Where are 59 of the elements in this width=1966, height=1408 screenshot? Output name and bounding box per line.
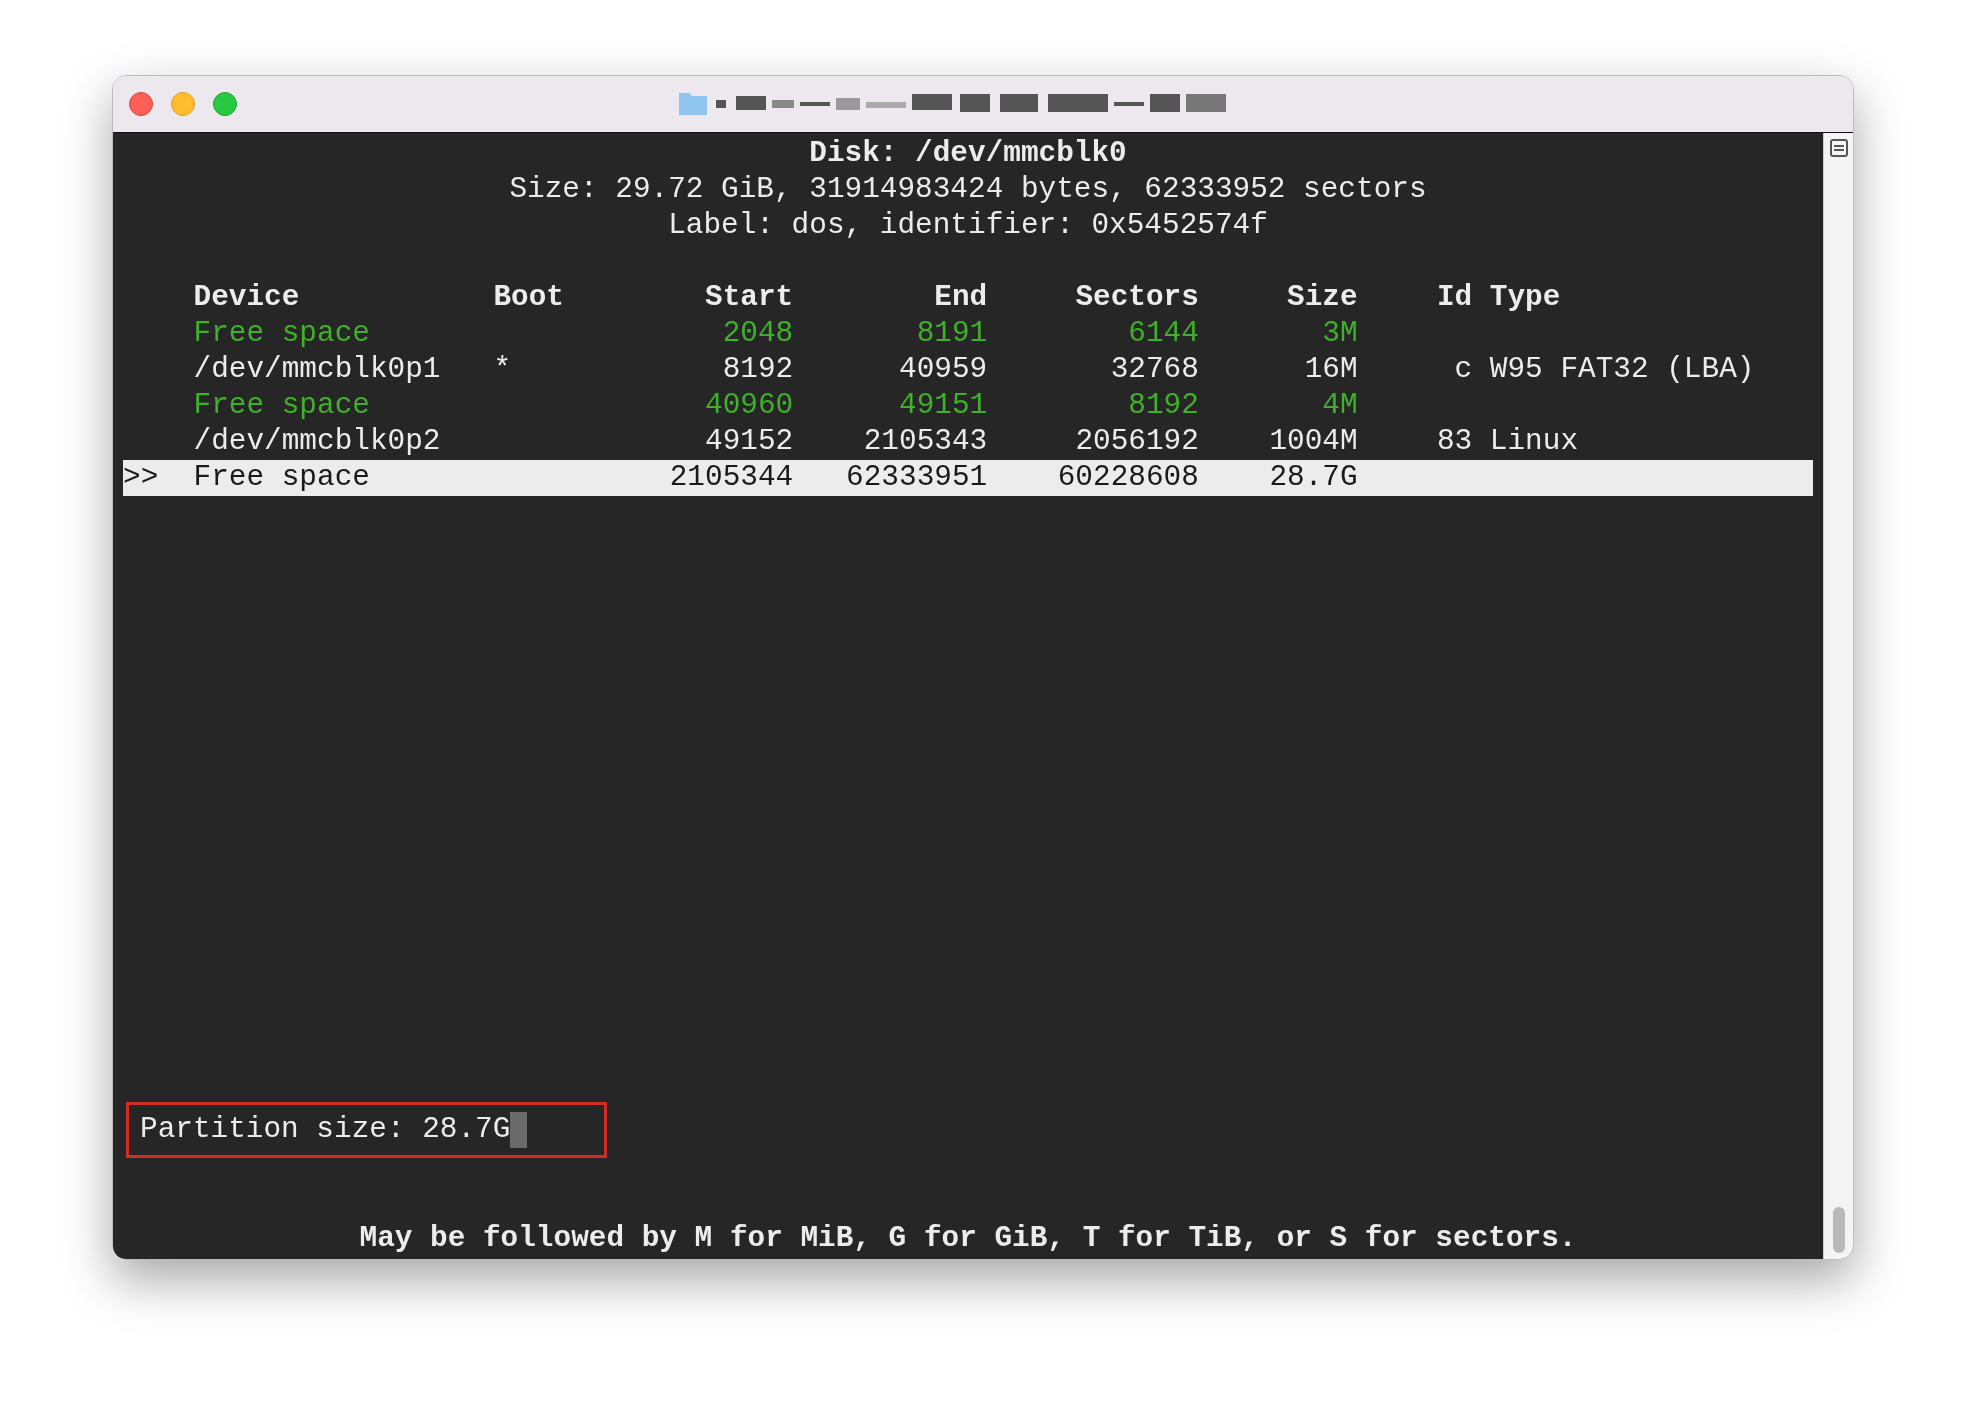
minimize-button[interactable]: [171, 92, 195, 116]
table-cell-text: Free space: [193, 388, 371, 424]
scrollbar[interactable]: [1823, 133, 1853, 1259]
table-cell-text: Free space: [193, 316, 371, 352]
table-cell-text: *: [493, 352, 512, 388]
column-header: End: [933, 280, 988, 316]
selection-marker: >>: [123, 460, 160, 496]
table-cell-text: /dev/mmcblk0p2: [193, 424, 442, 460]
disk-size-info: Size: 29.72 GiB, 31914983424 bytes, 62333952 sectors: [509, 172, 1427, 208]
close-button[interactable]: [129, 92, 153, 116]
menu-icon[interactable]: [1829, 139, 1848, 157]
disk-label-info: Label: dos, identifier: 0x5452574f: [668, 208, 1268, 244]
disk-title: Disk: /dev/mmcblk0: [809, 136, 1127, 172]
selected-row[interactable]: >> Free space 2105344 62333951 60228608 28.7G: [123, 460, 1813, 496]
table-cell-text: 32768: [1109, 352, 1199, 388]
table-cell-text: Linux: [1489, 424, 1580, 460]
table-row[interactable]: Free space 40960 49151 8192 4M: [123, 388, 1813, 424]
table-row[interactable]: /dev/mmcblk0p2 49152 2105343 2056192 1004M 83 Linux: [123, 424, 1813, 460]
table-cell-text: 16M: [1303, 352, 1358, 388]
column-header: Size: [1286, 280, 1358, 316]
table-cell-text: 2048: [721, 316, 794, 352]
table-cell-text: 49152: [704, 424, 794, 460]
table-cell-text: W95 FAT32 (LBA): [1489, 352, 1756, 388]
column-header: Sectors: [1074, 280, 1199, 316]
table-cell-text: 2105343: [862, 424, 988, 460]
table-cell-text: 49151: [898, 388, 988, 424]
scroll-thumb[interactable]: [1832, 1207, 1845, 1253]
help-text: May be followed by M for MiB, G for GiB, T for TiB, or S for sectors.: [359, 1221, 1577, 1257]
table-cell-text: 62333951: [845, 460, 988, 496]
field-label: Partition size:: [140, 1112, 405, 1148]
text-cursor: [510, 1112, 528, 1148]
table-cell-text: 3M: [1321, 316, 1358, 352]
table-cell-text: 1004M: [1268, 424, 1358, 460]
table-cell-text: Free space: [193, 460, 371, 496]
table-cell-text: 2056192: [1074, 424, 1199, 460]
table-cell-text: 28.7G: [1268, 460, 1358, 496]
table-cell-text: 6144: [1127, 316, 1199, 352]
maximize-button[interactable]: [213, 92, 237, 116]
column-header: Device: [193, 280, 301, 316]
table-cell-text: 8192: [1127, 388, 1199, 424]
table-cell-text: c: [1453, 352, 1473, 388]
table-cell-text: 60228608: [1056, 460, 1199, 496]
field-value: 28.7G: [422, 1112, 511, 1148]
column-header: Start: [704, 280, 794, 316]
table-cell-text: 2105344: [668, 460, 794, 496]
column-header: Boot: [493, 280, 564, 316]
table-cell-text: 40960: [704, 388, 794, 424]
table-cell-text: 4M: [1321, 388, 1358, 424]
partition-size-field[interactable]: Partition size: 28.7G: [126, 1102, 607, 1158]
folder-icon: [678, 90, 708, 116]
table-cell-text: /dev/mmcblk0p1: [193, 352, 442, 388]
table-cell-text: 8192: [721, 352, 794, 388]
table-cell-text: 8191: [915, 316, 988, 352]
table-cell-text: 40959: [898, 352, 988, 388]
table-row[interactable]: /dev/mmcblk0p1 * 8192 40959 32768 16M c W95 FAT32 (LBA): [123, 352, 1813, 388]
column-header: Id: [1435, 280, 1473, 316]
table-cell-text: 83: [1435, 424, 1473, 460]
table-row[interactable]: Free space 2048 8191 6144 3M: [123, 316, 1813, 352]
column-header: Type: [1489, 280, 1562, 316]
